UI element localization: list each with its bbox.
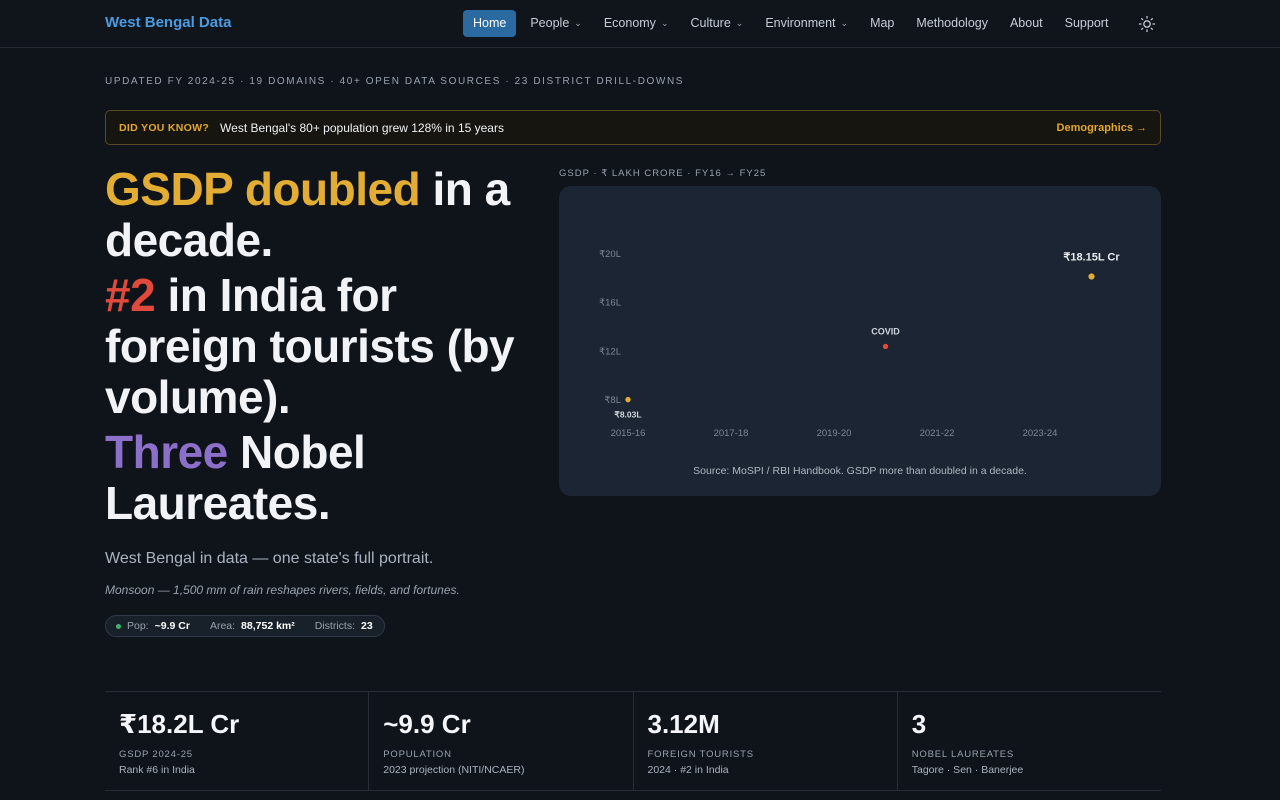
nav-item-about[interactable]: About — [999, 10, 1054, 37]
did-you-know-fact: West Bengal's 80+ population grew 128% i… — [220, 120, 504, 135]
x-tick-label: 2015-16 — [611, 428, 646, 439]
demographics-link[interactable]: Demographics → — [1057, 122, 1147, 134]
nav-item-label: Home — [473, 16, 507, 30]
nav-item-label: Map — [870, 16, 895, 30]
headline-text: in India for foreign tourists (by volume… — [105, 269, 515, 423]
stat-card-gsdp: ₹18.2L Cr GSDP 2024-25 Rank #6 in India — [105, 692, 368, 790]
nav-item-map[interactable]: Map — [859, 10, 905, 37]
chart-caption: GSDP · ₹ LAKH CRORE · FY16 → FY25 — [559, 168, 767, 179]
nav-item-label: Support — [1064, 16, 1109, 30]
districts-value: 23 — [361, 620, 373, 632]
headline-line-2: #2 in India for foreign tourists (by vol… — [105, 270, 545, 423]
stat-value: 3 — [911, 709, 927, 739]
stat-card-tourists: 3.12M FOREIGN TOURISTS 2024 · #2 in Indi… — [632, 692, 897, 790]
nav-item-support[interactable]: Support — [1054, 10, 1120, 37]
headline-accent: Three — [105, 426, 228, 478]
data-point — [881, 342, 890, 351]
stat-label: POPULATION — [383, 749, 452, 760]
chevron-down-icon: ⌄ — [660, 18, 669, 28]
stat-sub: 2024 · #2 in India — [647, 764, 729, 776]
nav-menu: Home People ⌄ Economy ⌄ Culture ⌄ Environme… — [463, 10, 1119, 37]
chevron-down-icon: ⌄ — [735, 18, 744, 28]
nav-item-label: Culture — [690, 16, 731, 30]
chevron-down-icon: ⌄ — [574, 18, 582, 28]
y-tick-label: ₹16L — [599, 298, 621, 309]
nav-item-economy[interactable]: Economy ⌄ — [593, 10, 680, 37]
y-tick-label: ₹12L — [599, 346, 621, 357]
area-label: Area: — [209, 620, 236, 632]
pop-value: ~9.9 Cr — [154, 620, 190, 632]
pop-label: Pop: — [127, 620, 149, 632]
y-tick-label: ₹8L — [604, 395, 621, 406]
nav-item-environment[interactable]: Environment ⌄ — [754, 10, 859, 37]
x-tick-label: 2021-22 — [920, 428, 955, 439]
gsdp-chart: ₹8L ₹12L ₹16L ₹20L 2015-16 2017-18 2019-20 2021… — [559, 186, 1161, 496]
stat-value: 3.12M — [647, 709, 720, 739]
headline-line-3: Three Nobel Laureates. — [105, 427, 545, 529]
status-dot-icon — [116, 623, 121, 629]
area-value: 88,752 km² — [241, 620, 295, 632]
sun-icon — [1138, 15, 1156, 33]
nav-item-home[interactable]: Home — [463, 10, 517, 37]
x-tick-label: 2017-18 — [714, 428, 749, 439]
stat-sub: Tagore · Sen · Banerjee — [911, 764, 1024, 776]
chart-source: Source: MoSPI / RBI Handbook. GSDP more … — [693, 465, 1027, 477]
hero-subtitle: West Bengal in data — one state's full p… — [105, 550, 434, 567]
did-you-know-banner: DID YOU KNOW? West Bengal's 80+ populati… — [105, 110, 1161, 145]
headline-accent: GSDP doubled — [105, 163, 421, 215]
stat-value: ~9.9 Cr — [383, 709, 471, 739]
x-tick-label: 2019-20 — [817, 428, 852, 439]
gsdp-chart-svg: ₹8L ₹12L ₹16L ₹20L 2015-16 2017-18 2019-20 2021… — [599, 249, 1120, 439]
x-tick-label: 2023-24 — [1023, 428, 1058, 439]
nav-item-label: Environment — [765, 16, 836, 30]
stat-card-nobel: 3 NOBEL LAUREATES Tagore · Sen · Banerje… — [896, 692, 1161, 790]
data-label: COVID — [871, 326, 900, 336]
data-point — [624, 395, 632, 404]
stat-label: FOREIGN TOURISTS — [647, 749, 754, 760]
nav-item-culture[interactable]: Culture ⌄ — [679, 10, 754, 37]
stat-label: GSDP 2024-25 — [119, 749, 193, 760]
stat-sub: 2023 projection (NITI/NCAER) — [383, 764, 525, 776]
hero-tagline: Monsoon — 1,500 mm of rain reshapes rive… — [105, 583, 460, 597]
quick-facts-pill: Pop: ~9.9 Cr Area: 88,752 km² Districts: 23 — [105, 615, 385, 637]
brand-logo[interactable]: West Bengal Data — [105, 14, 231, 31]
data-label: ₹18.15L Cr — [1063, 252, 1120, 264]
headline-line-1: GSDP doubled in a decade. — [105, 164, 545, 266]
hero-headline: GSDP doubled in a decade. #2 in India fo… — [105, 164, 545, 533]
districts-label: Districts: — [314, 620, 356, 632]
nav-item-label: About — [1009, 16, 1043, 30]
stat-value: ₹18.2L Cr — [119, 709, 240, 739]
nav-item-label: Economy — [603, 16, 656, 30]
stat-sub: Rank #6 in India — [119, 764, 195, 776]
stats-strip: ₹18.2L Cr GSDP 2024-25 Rank #6 in India … — [105, 691, 1161, 791]
chevron-down-icon: ⌄ — [840, 18, 849, 28]
nav-item-methodology[interactable]: Methodology — [905, 10, 999, 37]
stat-label: NOBEL LAUREATES — [911, 749, 1015, 760]
theme-toggle-button[interactable] — [1138, 15, 1156, 33]
update-meta: UPDATED FY 2024-25 · 19 DOMAINS · 40+ OP… — [105, 76, 685, 87]
stat-card-population: ~9.9 Cr POPULATION 2023 projection (NITI… — [368, 692, 632, 790]
nav-item-label: Methodology — [916, 16, 988, 30]
top-nav: West Bengal Data Home People ⌄ Economy ⌄ C… — [0, 0, 1280, 48]
nav-item-label: People — [530, 16, 570, 30]
headline-accent: #2 — [105, 269, 156, 321]
data-label: ₹8.03L — [614, 410, 641, 420]
nav-item-people[interactable]: People ⌄ — [519, 10, 592, 37]
y-tick-label: ₹20L — [599, 249, 621, 260]
did-you-know-tag: DID YOU KNOW? — [119, 121, 210, 134]
data-point — [1087, 272, 1096, 281]
